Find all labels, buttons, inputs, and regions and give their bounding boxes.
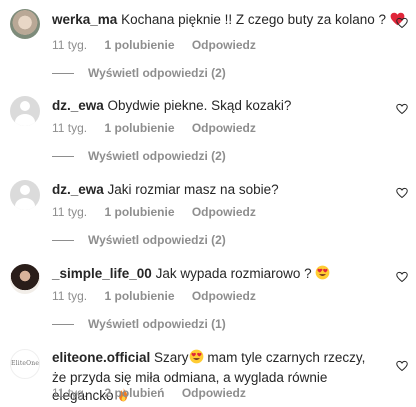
timestamp[interactable]: 11 tyg. [52, 121, 87, 135]
like-heart-icon[interactable] [396, 103, 408, 115]
reply-button[interactable]: Odpowiedz [192, 38, 256, 52]
default-avatar-body [15, 198, 35, 210]
comment-line: dz._ewa Obydwie piekne. Skąd kozaki? [52, 97, 291, 115]
avatar[interactable] [10, 9, 40, 39]
username[interactable]: dz._ewa [52, 182, 104, 197]
view-replies-button[interactable]: Wyświetl odpowiedzi (2) [52, 149, 226, 163]
heart-eyes-emoji-icon [315, 265, 330, 285]
heart-eyes-emoji-icon [189, 349, 204, 369]
like-heart-icon[interactable] [396, 187, 408, 199]
username[interactable]: _simple_life_00 [52, 266, 152, 281]
view-replies-label: Wyświetl odpowiedzi (1) [88, 317, 226, 331]
avatar[interactable]: EliteOne [10, 349, 40, 379]
username[interactable]: eliteone.official [52, 350, 150, 365]
comment-line: werka_ma Kochana pięknie !! Z czego buty… [52, 11, 405, 31]
view-replies-label: Wyświetl odpowiedzi (2) [88, 233, 226, 247]
comment-meta: 11 tyg. 1 polubienie Odpowiedz [52, 121, 256, 135]
likes-count[interactable]: 1 polubienie [104, 121, 174, 135]
timestamp[interactable]: 11 tyg. [52, 386, 87, 400]
view-replies-button[interactable]: Wyświetl odpowiedzi (2) [52, 233, 226, 247]
comment-meta: 11 tyg. 1 polubienie Odpowiedz [52, 205, 256, 219]
comment-text: Jak wypada rozmiarowo ? [155, 266, 312, 281]
timestamp[interactable]: 11 tyg. [52, 289, 87, 303]
divider [52, 240, 74, 242]
comment-meta: 11 tyg. 2 polubień Odpowiedz [52, 386, 246, 400]
avatar[interactable] [10, 96, 40, 126]
brand-logo: EliteOne [11, 360, 40, 367]
username[interactable]: werka_ma [52, 12, 117, 27]
divider [52, 156, 74, 158]
avatar[interactable] [10, 180, 40, 210]
likes-count[interactable]: 1 polubienie [104, 205, 174, 219]
avatar[interactable] [10, 264, 40, 294]
comment-meta: 11 tyg. 1 polubienie Odpowiedz [52, 289, 256, 303]
reply-button[interactable]: Odpowiedz [192, 289, 256, 303]
comment-text: Kochana pięknie !! Z czego buty za kolan… [121, 12, 386, 27]
divider [52, 324, 74, 326]
view-replies-label: Wyświetl odpowiedzi (2) [88, 66, 226, 80]
like-heart-icon[interactable] [396, 360, 408, 372]
comment-meta: 11 tyg. 1 polubienie Odpowiedz [52, 38, 256, 52]
likes-count[interactable]: 2 polubień [104, 386, 164, 400]
view-replies-label: Wyświetl odpowiedzi (2) [88, 149, 226, 163]
view-replies-button[interactable]: Wyświetl odpowiedzi (1) [52, 317, 226, 331]
timestamp[interactable]: 11 tyg. [52, 205, 87, 219]
likes-count[interactable]: 1 polubienie [104, 289, 174, 303]
comment-line: dz._ewa Jaki rozmiar masz na sobie? [52, 181, 279, 199]
reply-button[interactable]: Odpowiedz [192, 205, 256, 219]
view-replies-button[interactable]: Wyświetl odpowiedzi (2) [52, 66, 226, 80]
username[interactable]: dz._ewa [52, 98, 104, 113]
comment-line: _simple_life_00 Jak wypada rozmiarowo ? [52, 265, 330, 285]
default-avatar-icon [20, 101, 30, 111]
like-heart-icon[interactable] [396, 17, 408, 29]
comment-text: Szary [154, 350, 189, 365]
timestamp[interactable]: 11 tyg. [52, 38, 87, 52]
default-avatar-icon [20, 185, 30, 195]
like-heart-icon[interactable] [396, 271, 408, 283]
reply-button[interactable]: Odpowiedz [182, 386, 246, 400]
divider [52, 73, 74, 75]
default-avatar-body [15, 114, 35, 126]
likes-count[interactable]: 1 polubienie [104, 38, 174, 52]
comment-text: Jaki rozmiar masz na sobie? [107, 182, 279, 197]
comment-text: Obydwie piekne. Skąd kozaki? [107, 98, 292, 113]
reply-button[interactable]: Odpowiedz [192, 121, 256, 135]
